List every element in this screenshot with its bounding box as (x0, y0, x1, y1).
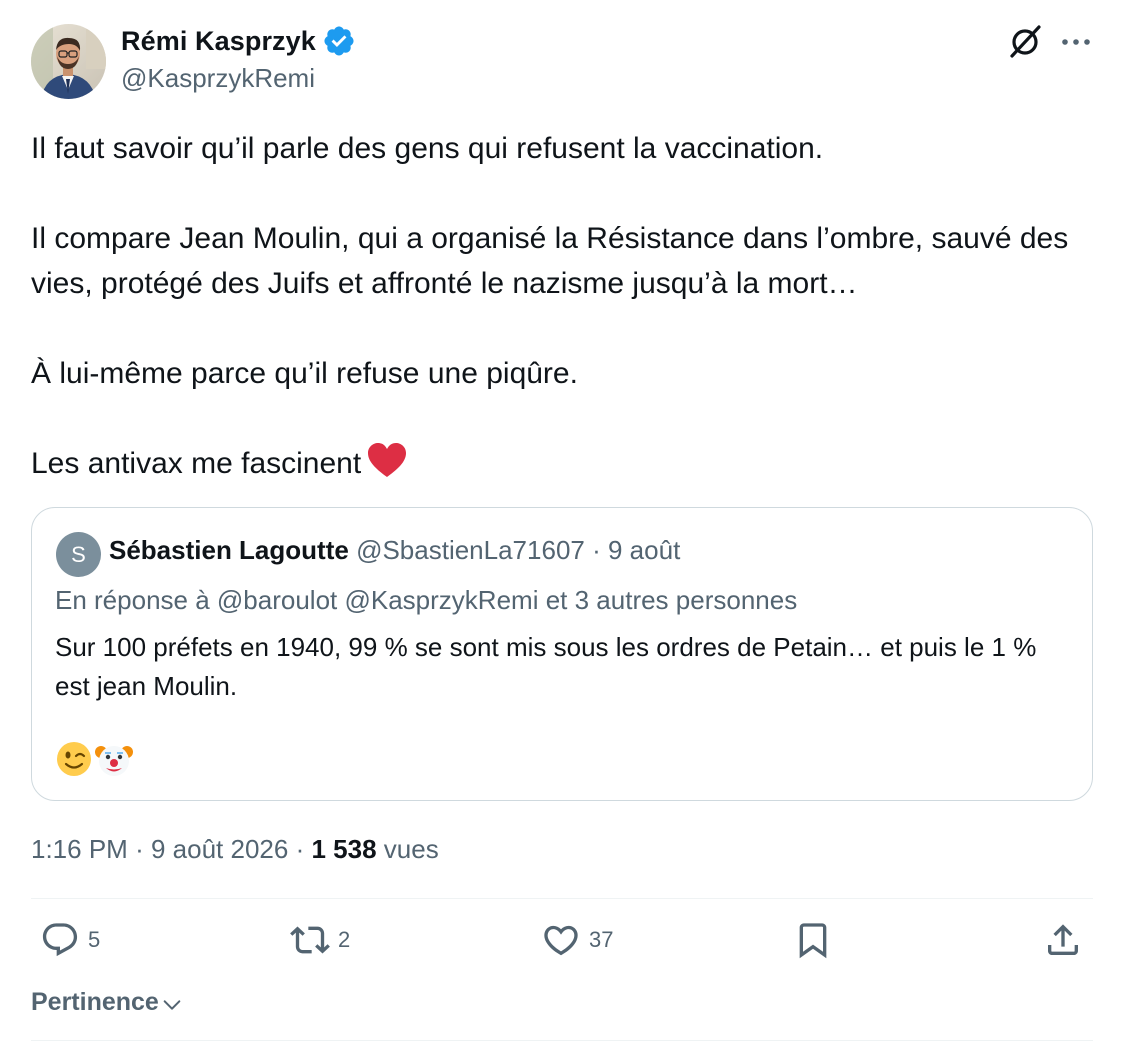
tweet-meta: 1:16 PM · 9 août 2026 · 1 538 vues (31, 834, 439, 865)
quoted-tweet-text: Sur 100 préfets en 1940, 99 % se sont mi… (55, 632, 1037, 701)
reply-button[interactable]: 5 (40, 920, 100, 960)
reply-mentions[interactable]: @baroulot @KasprzykRemi (217, 585, 539, 615)
quoted-tweet-card[interactable]: S Sébastien Lagoutte @SbastienLa71607 · … (31, 507, 1093, 801)
meta-separator: · (295, 834, 305, 864)
tweet-detail: Rémi Kasprzyk @KasprzykRemi Il faut savo… (0, 0, 1123, 1042)
views-label: vues (383, 834, 439, 864)
chevron-down-icon (163, 999, 181, 1010)
clown-face-emoji (95, 746, 133, 776)
like-count: 37 (589, 927, 614, 952)
tweet-paragraph: Il compare Jean Moulin, qui a organisé l… (31, 222, 1069, 300)
tweet-time[interactable]: 1:16 PM (31, 834, 128, 864)
bookmark-button[interactable] (793, 920, 833, 960)
like-button[interactable]: 37 (541, 920, 613, 960)
tweet-date[interactable]: 9 août 2026 (151, 834, 288, 864)
reply-prefix: En réponse à (55, 585, 210, 615)
sort-label: Pertinence (31, 988, 159, 1016)
divider (31, 1040, 1093, 1041)
quoted-separator: · (592, 535, 601, 565)
quoted-author-avatar[interactable]: S (56, 532, 101, 577)
quoted-reply-context: En réponse à @baroulot @KasprzykRemi et … (55, 585, 797, 616)
reply-icon (42, 923, 78, 957)
author-handle[interactable]: @KasprzykRemi (121, 63, 315, 94)
tweet-paragraph: À lui-même parce qu’il refuse une piqûre… (31, 357, 578, 390)
quoted-tweet-header: Sébastien Lagoutte @SbastienLa71607 · 9 … (109, 535, 680, 566)
bookmark-icon (799, 923, 827, 959)
views-count[interactable]: 1 538 (311, 834, 376, 864)
author-avatar[interactable] (31, 24, 106, 99)
reply-suffix[interactable]: et 3 autres personnes (546, 585, 798, 615)
share-icon (1048, 924, 1078, 955)
divider (31, 898, 1093, 899)
share-button[interactable] (1043, 920, 1083, 960)
sort-dropdown[interactable]: Pertinence (31, 988, 183, 1017)
repost-count: 2 (338, 927, 351, 952)
quoted-date[interactable]: 9 août (608, 535, 680, 565)
meta-separator: · (135, 834, 144, 864)
tweet-text: Il faut savoir qu’il parle des gens qui … (31, 126, 1096, 486)
reply-count: 5 (88, 927, 101, 952)
repost-button[interactable]: 2 (290, 920, 350, 960)
tweet-paragraph: Il faut savoir qu’il parle des gens qui … (31, 132, 824, 165)
more-icon[interactable] (1058, 28, 1094, 56)
tweet-paragraph: Les antivax me fascinent (31, 447, 362, 480)
quoted-author-name[interactable]: Sébastien Lagoutte (109, 535, 349, 565)
winking-face-emoji (57, 742, 91, 776)
author-name[interactable]: Rémi Kasprzyk (121, 26, 316, 57)
red-heart-emoji (368, 443, 407, 477)
quoted-emojis (55, 740, 133, 778)
like-icon (544, 925, 578, 956)
repost-icon (290, 926, 330, 954)
verified-badge-icon (324, 26, 354, 56)
tweet-paragraph-last: Les antivax me fascinent (31, 441, 1096, 486)
author-name-row[interactable]: Rémi Kasprzyk (121, 24, 356, 58)
grok-icon[interactable] (1006, 22, 1044, 60)
action-bar: 5 2 37 (0, 920, 1123, 968)
quoted-author-handle[interactable]: @SbastienLa71607 (356, 535, 585, 565)
